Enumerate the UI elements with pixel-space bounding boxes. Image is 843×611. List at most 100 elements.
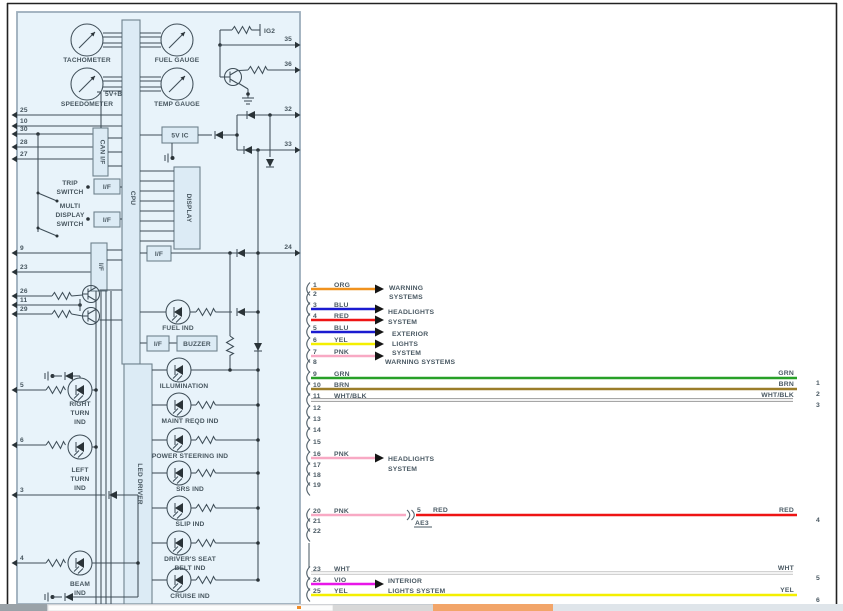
left-turn-label-2: TURN bbox=[71, 476, 90, 483]
wire-20-right-label: RED bbox=[779, 507, 794, 514]
wire-25-right-label: YEL bbox=[780, 587, 794, 594]
connector-pin-13-number: 13 bbox=[313, 416, 321, 423]
destination-labels: WARNING SYSTEMS HEADLIGHTS SYSTEM EXTERI… bbox=[385, 285, 455, 595]
taskbar-orange-dot bbox=[297, 606, 301, 609]
srs-label: SRS IND bbox=[176, 486, 204, 493]
trip-switch-label-1: TRIP bbox=[62, 180, 78, 187]
pin-3: 3 bbox=[20, 487, 24, 494]
pin-23: 23 bbox=[20, 264, 28, 271]
connector-pin-14-number: 14 bbox=[313, 427, 321, 434]
wire-20-terminal-number: 4 bbox=[816, 517, 820, 524]
wire-10-terminal-number: 2 bbox=[816, 391, 820, 398]
pin-30: 30 bbox=[20, 126, 28, 133]
beam-label-2: IND bbox=[74, 590, 86, 597]
right-turn-label-1: RIGHT bbox=[69, 401, 90, 408]
wire-10-right-label: BRN bbox=[779, 381, 794, 388]
connector-pin-8-number: 8 bbox=[313, 359, 317, 366]
destination-interior-2: LIGHTS SYSTEM bbox=[388, 588, 445, 595]
pin-25: 25 bbox=[20, 107, 28, 114]
destination-headlights-2: SYSTEM bbox=[388, 319, 417, 326]
taskbar-light-segment[interactable] bbox=[553, 604, 843, 611]
temp-gauge-label: TEMP GAUGE bbox=[154, 101, 200, 108]
destination-warning-systems-b: WARNING SYSTEMS bbox=[385, 359, 455, 366]
destination-headlights-1: HEADLIGHTS bbox=[388, 309, 434, 316]
wire-4-arrow bbox=[375, 316, 384, 325]
connector-pin-15-number: 15 bbox=[313, 439, 321, 446]
wire-11-terminal-number: 3 bbox=[816, 402, 820, 409]
fuel-ind-label: FUEL IND bbox=[162, 325, 194, 332]
slip-label: SLIP IND bbox=[176, 521, 205, 528]
connector-pin-22-number: 22 bbox=[313, 528, 321, 535]
splice-out-color-label: RED bbox=[433, 507, 448, 514]
pin-28: 28 bbox=[20, 139, 28, 146]
connector-pin-19-number: 19 bbox=[313, 482, 321, 489]
splice-arc-1 bbox=[407, 510, 410, 520]
destination-interior-1: INTERIOR bbox=[388, 578, 422, 585]
pin-5: 5 bbox=[20, 382, 24, 389]
right-turn-label-2: TURN bbox=[71, 410, 90, 417]
connector-pin-5-arc bbox=[307, 326, 310, 339]
taskbar-panel[interactable] bbox=[48, 605, 333, 611]
taskbar-orange-segment[interactable] bbox=[433, 604, 553, 611]
display-label: DISPLAY bbox=[185, 193, 192, 222]
pin-26: 26 bbox=[20, 288, 28, 295]
if-24-label: I/F bbox=[155, 251, 163, 258]
buzzer-circuit: I/F BUZZER bbox=[140, 336, 217, 351]
pin-36: 36 bbox=[284, 61, 292, 68]
wire-1-arrow bbox=[375, 285, 384, 294]
destination-warning-systems-1: WARNING bbox=[389, 285, 423, 292]
taskbar-gray-segment[interactable] bbox=[333, 605, 433, 611]
pin-35: 35 bbox=[284, 36, 292, 43]
wire-23-right-label: WHT bbox=[778, 565, 795, 572]
splice-name: AE3 bbox=[415, 520, 429, 527]
pin-33: 33 bbox=[284, 141, 292, 148]
wire-9-right-label: GRN bbox=[778, 370, 794, 377]
pin-10: 10 bbox=[20, 118, 28, 125]
connector-pin-17-number: 17 bbox=[313, 462, 321, 469]
splice-pin-number: 5 bbox=[417, 507, 421, 514]
wire-11-right-label: WHT/BLK bbox=[761, 392, 794, 399]
splice-arc-2 bbox=[412, 510, 415, 520]
wire-24-arrow bbox=[375, 580, 384, 589]
wire-6-arrow bbox=[375, 340, 384, 349]
if-tall-label: I/F bbox=[97, 263, 104, 271]
taskbar-fragment[interactable] bbox=[0, 604, 843, 611]
cruise-label: CRUISE IND bbox=[170, 593, 210, 600]
destination-headlights2-1: HEADLIGHTS bbox=[388, 456, 434, 463]
wire-3-arrow bbox=[375, 305, 384, 314]
buzzer-label: BUZZER bbox=[183, 341, 211, 348]
trip-if-label: I/F bbox=[103, 184, 111, 191]
cpu-label: CPU bbox=[129, 191, 136, 205]
connector-pin-18-number: 18 bbox=[313, 472, 321, 479]
taskbar-dark-segment[interactable] bbox=[0, 604, 47, 611]
connector-pin-21-number: 21 bbox=[313, 518, 321, 525]
wire-5-arrow bbox=[375, 328, 384, 337]
seat-belt-label-1: DRIVER'S SEAT bbox=[164, 556, 216, 563]
led-driver-label: LED DRIVER bbox=[136, 463, 143, 505]
buzzer-if-label: I/F bbox=[154, 341, 162, 348]
destination-exterior-2: LIGHTS bbox=[392, 341, 418, 348]
pin-4: 4 bbox=[20, 555, 24, 562]
destination-headlights2-2: SYSTEM bbox=[388, 466, 417, 473]
destination-exterior-1: EXTERIOR bbox=[392, 331, 428, 338]
pin-29: 29 bbox=[20, 306, 28, 313]
left-turn-label-3: IND bbox=[74, 485, 86, 492]
wiring-diagram: CPU TACHOMETER FUEL GAUGE SPEEDOMETER TE… bbox=[0, 0, 843, 611]
maint-reqd-label: MAINT REQD IND bbox=[161, 418, 218, 425]
multi-switch-label-3: SWITCH bbox=[57, 221, 84, 228]
can-if-label: CAN I/F bbox=[99, 140, 106, 165]
power-steering-label: POWER STEERING IND bbox=[152, 453, 228, 460]
right-turn-label-3: IND bbox=[74, 419, 86, 426]
pin-6: 6 bbox=[20, 437, 24, 444]
wire-9-terminal-number: 1 bbox=[816, 380, 820, 387]
multi-switch-label-1: MULTI bbox=[60, 203, 80, 210]
wire-25-terminal-number: 6 bbox=[816, 597, 820, 604]
connector-column: 1ORG23BLU4RED5BLU6YEL7PNK89GRNGRN110BRNB… bbox=[307, 282, 820, 604]
pin-24-box: 24 bbox=[284, 244, 292, 251]
beam-label-1: BEAM bbox=[70, 581, 90, 588]
speedometer-label: SPEEDOMETER bbox=[61, 101, 113, 108]
five-v-b-label: 5V+B bbox=[105, 91, 122, 98]
fuel-gauge-label: FUEL GAUGE bbox=[155, 57, 200, 64]
pin-9: 9 bbox=[20, 245, 24, 252]
wire-7-arrow bbox=[375, 352, 384, 361]
